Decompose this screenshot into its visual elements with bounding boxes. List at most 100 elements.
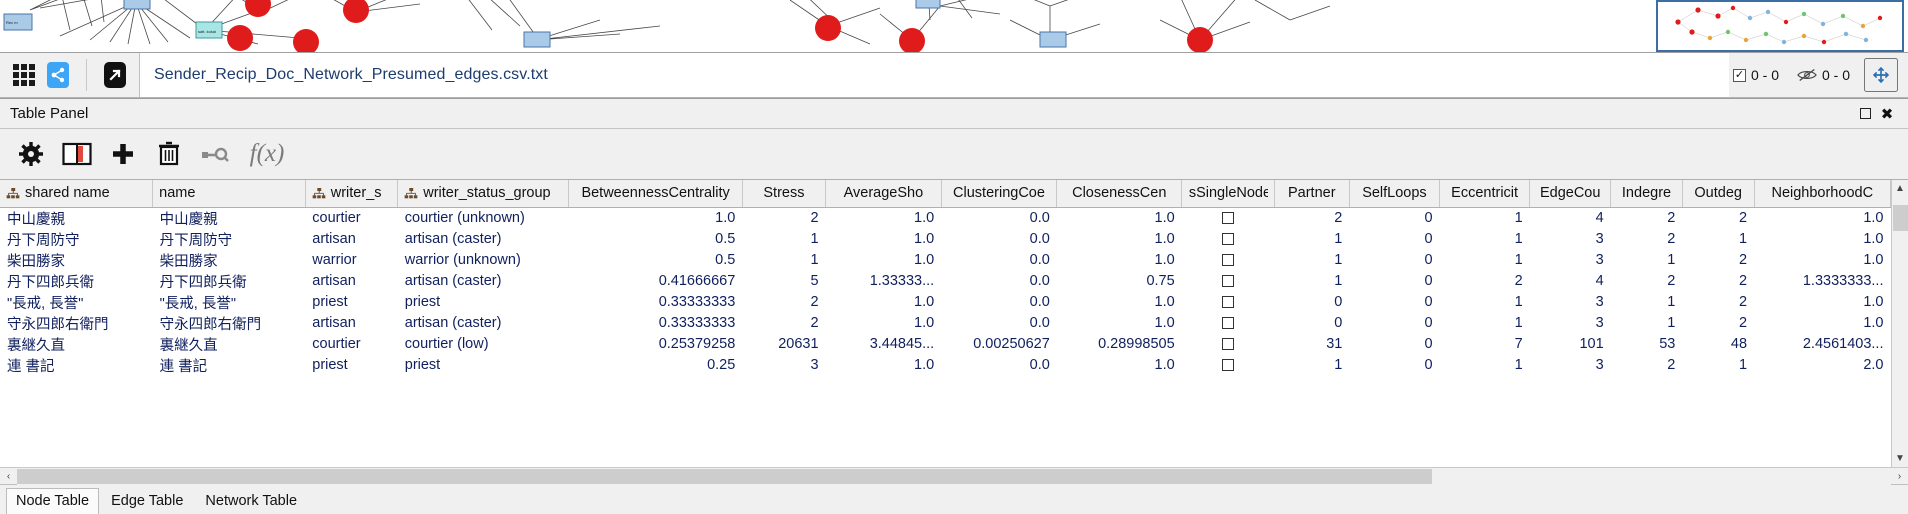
table-cell[interactable]: 0 [1274,292,1349,313]
checkbox-icon[interactable] [1221,212,1234,225]
table-cell[interactable]: courtier (low) [398,334,569,355]
table-cell[interactable]: 中山慶親 [0,207,153,229]
fit-to-window-arrows-icon[interactable] [1864,58,1898,92]
grid-apps-icon[interactable] [7,58,41,92]
table-cell[interactable]: 1.33333... [826,271,942,292]
table-cell[interactable]: 連 書記 [0,355,153,376]
table-cell[interactable]: 1.0 [1057,292,1182,313]
table-cell[interactable]: 0 [1349,229,1439,250]
column-header-partner[interactable]: Partner [1274,180,1350,208]
tab-network-table[interactable]: Network Table [195,488,307,514]
selected-nodes-indicator[interactable]: ✓ 0 - 0 [1729,67,1783,83]
table-cell[interactable]: 2 [1682,292,1754,313]
column-header-clusteringcoe[interactable]: ClusteringCoe [941,180,1058,208]
vscroll-track[interactable] [1891,197,1908,450]
table-cell[interactable]: 0 [1349,250,1439,271]
table-cell[interactable]: 中山慶親 [153,207,306,229]
table-cell[interactable]: 1 [1682,355,1754,376]
float-window-button[interactable] [1854,103,1876,125]
table-cell[interactable]: 1 [1274,355,1349,376]
table-cell[interactable]: 0 [1349,292,1439,313]
table-cell[interactable]: 3 [1530,229,1611,250]
table-cell[interactable]: 2 [742,292,825,313]
table-cell[interactable]: priest [398,292,569,313]
table-cell[interactable]: 2 [1611,207,1683,229]
column-header-closenesscen[interactable]: ClosenessCen [1056,180,1183,208]
scroll-down-arrow[interactable]: ▼ [1892,450,1908,467]
column-header-neighborhoodc[interactable]: NeighborhoodC [1754,180,1891,208]
table-cell[interactable]: 0 [1349,207,1439,229]
table-cell[interactable]: 0 [1349,271,1439,292]
function-builder-icon[interactable]: f(x) [240,134,294,174]
table-cell[interactable]: 丹下四郎兵衛 [153,271,306,292]
table-cell[interactable]: 2 [1611,355,1683,376]
network-overview-birdseye[interactable] [1656,0,1904,52]
is-single-node-checkbox[interactable] [1182,355,1275,376]
table-cell[interactable]: 0.5 [569,250,742,271]
table-cell[interactable]: 0.28998505 [1057,334,1182,355]
table-cell[interactable]: 1 [1611,292,1683,313]
table-cell[interactable]: 裏継久直 [0,334,153,355]
is-single-node-checkbox[interactable] [1182,229,1275,250]
table-cell[interactable]: 0.0 [941,355,1057,376]
table-cell[interactable]: 2 [1682,271,1754,292]
table-cell[interactable]: 1 [742,250,825,271]
table-cell[interactable]: 20631 [742,334,825,355]
table-cell[interactable]: 2 [1274,207,1349,229]
table-cell[interactable]: 0.41666667 [569,271,742,292]
column-header-averagesho[interactable]: AverageSho [825,180,942,208]
table-cell[interactable]: 3 [1530,250,1611,271]
table-cell[interactable]: 守永四郎右衛門 [153,313,306,334]
hscroll-track[interactable] [17,467,1891,485]
table-cell[interactable]: "長戒, 長誉" [0,292,153,313]
is-single-node-checkbox[interactable] [1182,334,1275,355]
table-cell[interactable]: 4 [1530,207,1611,229]
is-single-node-checkbox[interactable] [1182,271,1275,292]
table-cell[interactable]: 1.0 [1754,250,1890,271]
table-cell[interactable]: 0.0 [941,229,1057,250]
table-cell[interactable]: courtier (unknown) [398,207,569,229]
table-cell[interactable]: 丹下周防守 [153,229,306,250]
grid-viewport[interactable]: shared name name writer_s writer_status_gro… [0,180,1891,467]
add-column-icon[interactable] [102,134,144,174]
table-cell[interactable]: 0.0 [941,250,1057,271]
table-cell[interactable]: priest [305,292,398,313]
checkbox-icon[interactable] [1221,275,1234,288]
table-cell[interactable]: 柴田勝家 [0,250,153,271]
table-cell[interactable]: 2 [1611,271,1683,292]
delete-column-icon[interactable] [148,134,190,174]
table-cell[interactable]: warrior (unknown) [398,250,569,271]
table-cell[interactable]: 0.0 [941,292,1057,313]
table-cell[interactable]: 1.0 [1754,292,1890,313]
share-network-icon[interactable] [41,58,75,92]
gear-icon[interactable] [10,134,52,174]
table-cell[interactable]: 0.00250627 [941,334,1057,355]
table-cell[interactable]: courtier [305,334,398,355]
table-cell[interactable]: 2 [742,313,825,334]
table-cell[interactable]: 2 [1440,271,1530,292]
table-cell[interactable]: 0 [1349,313,1439,334]
table-cell[interactable]: 1.0 [569,207,742,229]
table-cell[interactable]: artisan [305,313,398,334]
export-arrow-icon[interactable] [98,58,132,92]
table-cell[interactable]: 1 [1440,313,1530,334]
column-selector-icon[interactable] [56,134,98,174]
checkbox-icon[interactable] [1221,296,1234,309]
table-cell[interactable]: 2 [1682,207,1754,229]
table-row[interactable]: 中山慶親 中山慶親 courtier courtier (unknown) 1.0 2 1.… [0,207,1891,229]
table-cell[interactable]: 3 [1530,313,1611,334]
is-single-node-checkbox[interactable] [1182,313,1275,334]
table-cell[interactable]: courtier [305,207,398,229]
table-cell[interactable]: 0.25379258 [569,334,742,355]
column-header-name[interactable]: name [152,180,306,208]
table-cell[interactable]: 1 [1440,292,1530,313]
table-cell[interactable]: 1 [1611,250,1683,271]
table-cell[interactable]: 0.0 [941,313,1057,334]
checkbox-icon[interactable] [1221,233,1234,246]
checkbox-icon[interactable] [1221,317,1234,330]
table-cell[interactable]: 1 [1440,355,1530,376]
is-single-node-checkbox[interactable] [1182,292,1275,313]
vscroll-thumb[interactable] [1892,205,1908,231]
table-cell[interactable]: artisan (caster) [398,271,569,292]
tab-edge-table[interactable]: Edge Table [101,488,193,514]
